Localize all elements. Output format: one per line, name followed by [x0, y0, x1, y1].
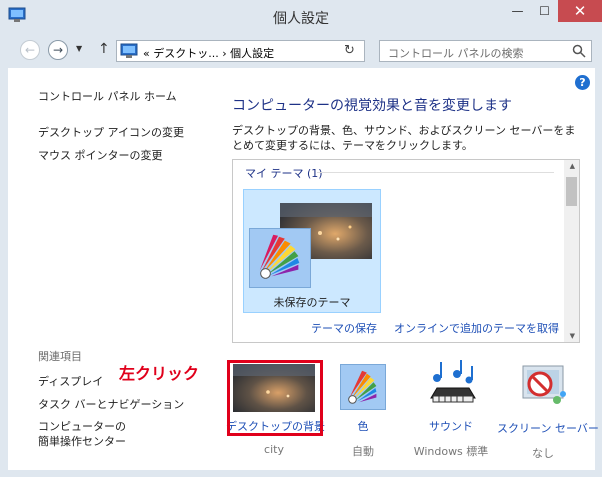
color-label[interactable]: 色 — [333, 418, 393, 434]
save-theme-link[interactable]: テーマの保存 — [311, 320, 377, 336]
themes-scrollbar[interactable]: ▲ ▼ — [564, 160, 579, 342]
page-title: コンピューターの視覚効果と音を変更します — [232, 98, 512, 114]
search-placeholder: コントロール パネルの検索 — [388, 47, 524, 60]
related-header: 関連項目 — [38, 350, 82, 363]
screen-saver-item[interactable]: スクリーン セーバー なし — [497, 360, 599, 461]
sounds-item[interactable]: サウンド Windows 標準 — [406, 358, 496, 459]
recent-locations-icon[interactable]: ▼ — [76, 44, 82, 53]
highlight-frame — [227, 360, 323, 436]
sounds-value: Windows 標準 — [413, 445, 489, 458]
taskbar-navigation-link[interactable]: タスク バーとナビゲーション — [38, 396, 184, 412]
desktop-background-value: city — [264, 443, 284, 456]
screen-saver-label[interactable]: スクリーン セーバー — [497, 420, 599, 436]
scroll-up-icon[interactable]: ▲ — [570, 162, 575, 170]
title-bar: 個人設定 — ☐ ✕ — [0, 0, 602, 35]
scroll-thumb[interactable] — [566, 177, 577, 206]
page-description: デスクトップの背景、色、サウンド、およびスクリーン セーバーをまとめて変更するに… — [232, 124, 576, 152]
maximize-button[interactable]: ☐ — [531, 0, 558, 22]
mouse-pointers-link[interactable]: マウス ポインターの変更 — [38, 147, 163, 163]
color-palette-icon — [340, 364, 386, 410]
navigation-bar: ← → ▼ ↑ « デスクトッ... › 個人設定 ▼ ↻ コントロール パネル… — [0, 35, 602, 65]
control-panel-icon — [120, 43, 138, 58]
minimize-button[interactable]: — — [504, 0, 531, 22]
desktop-icons-link[interactable]: デスクトップ アイコンの変更 — [38, 124, 184, 140]
ease-of-access-link-line1[interactable]: コンピューターの — [38, 418, 126, 434]
back-button[interactable]: ← — [20, 40, 40, 60]
refresh-icon[interactable]: ↻ — [344, 43, 355, 58]
display-link[interactable]: ディスプレイ — [38, 373, 103, 389]
personalization-window: 個人設定 — ☐ ✕ ← → ▼ ↑ « デスクトッ... › 個人設定 ▼ ↻… — [0, 0, 602, 477]
search-input[interactable]: コントロール パネルの検索 — [379, 40, 592, 62]
theme-name: 未保存のテーマ — [273, 296, 351, 309]
annotation-label: 左クリック — [119, 364, 200, 383]
breadcrumb[interactable]: « デスクトッ... › 個人設定 — [143, 45, 274, 61]
screen-saver-value: なし — [532, 447, 554, 460]
sounds-label[interactable]: サウンド — [406, 418, 496, 434]
divider — [317, 172, 554, 173]
close-button[interactable]: ✕ — [558, 0, 602, 22]
unsaved-theme-tile[interactable]: 未保存のテーマ — [243, 189, 381, 313]
my-themes-header: マイ テーマ (1) — [245, 167, 323, 180]
up-arrow-icon[interactable]: ↑ — [98, 41, 110, 57]
ease-of-access-link-line2[interactable]: 簡単操作センター — [38, 433, 126, 449]
help-icon[interactable]: ? — [575, 75, 590, 90]
color-item[interactable]: 色 自動 — [333, 364, 393, 459]
forward-button[interactable]: → — [48, 40, 68, 60]
control-panel-home-link[interactable]: コントロール パネル ホーム — [38, 88, 177, 104]
color-palette-icon — [249, 228, 311, 288]
scroll-down-icon[interactable]: ▼ — [570, 332, 575, 340]
get-more-themes-link[interactable]: オンラインで追加のテーマを取得 — [394, 320, 559, 336]
sounds-icon — [430, 360, 476, 403]
screen-saver-icon — [522, 365, 566, 404]
color-value: 自動 — [352, 445, 374, 458]
themes-list[interactable]: マイ テーマ (1) 未保存のテーマ テーマの保存 オンラインで追加のテーマを取… — [232, 159, 580, 343]
address-bar[interactable]: « デスクトッ... › 個人設定 ▼ — [116, 40, 449, 62]
search-icon[interactable] — [572, 44, 586, 58]
